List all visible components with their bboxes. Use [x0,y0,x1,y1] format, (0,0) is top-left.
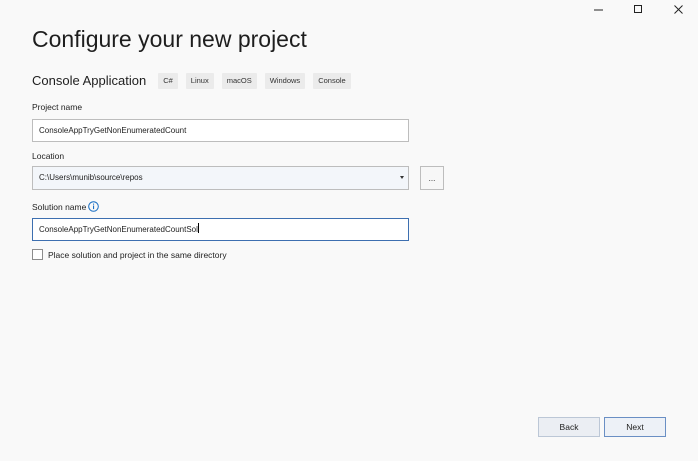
location-label: Location [32,151,65,161]
text-caret [197,223,199,233]
minimize-button[interactable] [578,0,618,18]
tag-windows: Windows [264,72,306,89]
project-name-input[interactable]: ConsoleAppTryGetNonEnumeratedCount [32,119,409,142]
chevron-down-icon [400,176,404,179]
info-icon[interactable] [88,201,99,212]
tag-linux: Linux [185,72,214,89]
tag-macos: macOS [221,72,257,89]
browse-button[interactable]: ... [420,166,444,190]
location-value: C:\Users\munib\source\repos [39,173,143,182]
page-title: Configure your new project [32,26,307,52]
template-name: Console Application [32,73,147,88]
location-select[interactable]: C:\Users\munib\source\repos [32,166,409,190]
maximize-button[interactable] [618,0,658,18]
solution-name-input[interactable]: ConsoleAppTryGetNonEnumeratedCountSol [32,218,409,241]
close-icon [673,4,683,14]
minimize-icon [593,9,603,10]
tag-csharp: C# [158,72,178,89]
tag-console: Console [313,72,351,89]
project-name-value: ConsoleAppTryGetNonEnumeratedCount [39,126,187,135]
project-name-label: Project name [32,102,83,112]
close-button[interactable] [658,0,698,18]
solution-name-label: Solution name [32,202,87,212]
maximize-icon [633,4,642,13]
template-summary: Console Application C# Linux macOS Windo… [32,72,359,89]
back-button[interactable]: Back [538,417,600,437]
same-directory-label: Place solution and project in the same d… [48,250,227,260]
window-controls [578,0,698,18]
same-directory-checkbox[interactable] [32,249,43,260]
solution-name-value: ConsoleAppTryGetNonEnumeratedCountSol [39,225,198,234]
next-button[interactable]: Next [604,417,666,437]
